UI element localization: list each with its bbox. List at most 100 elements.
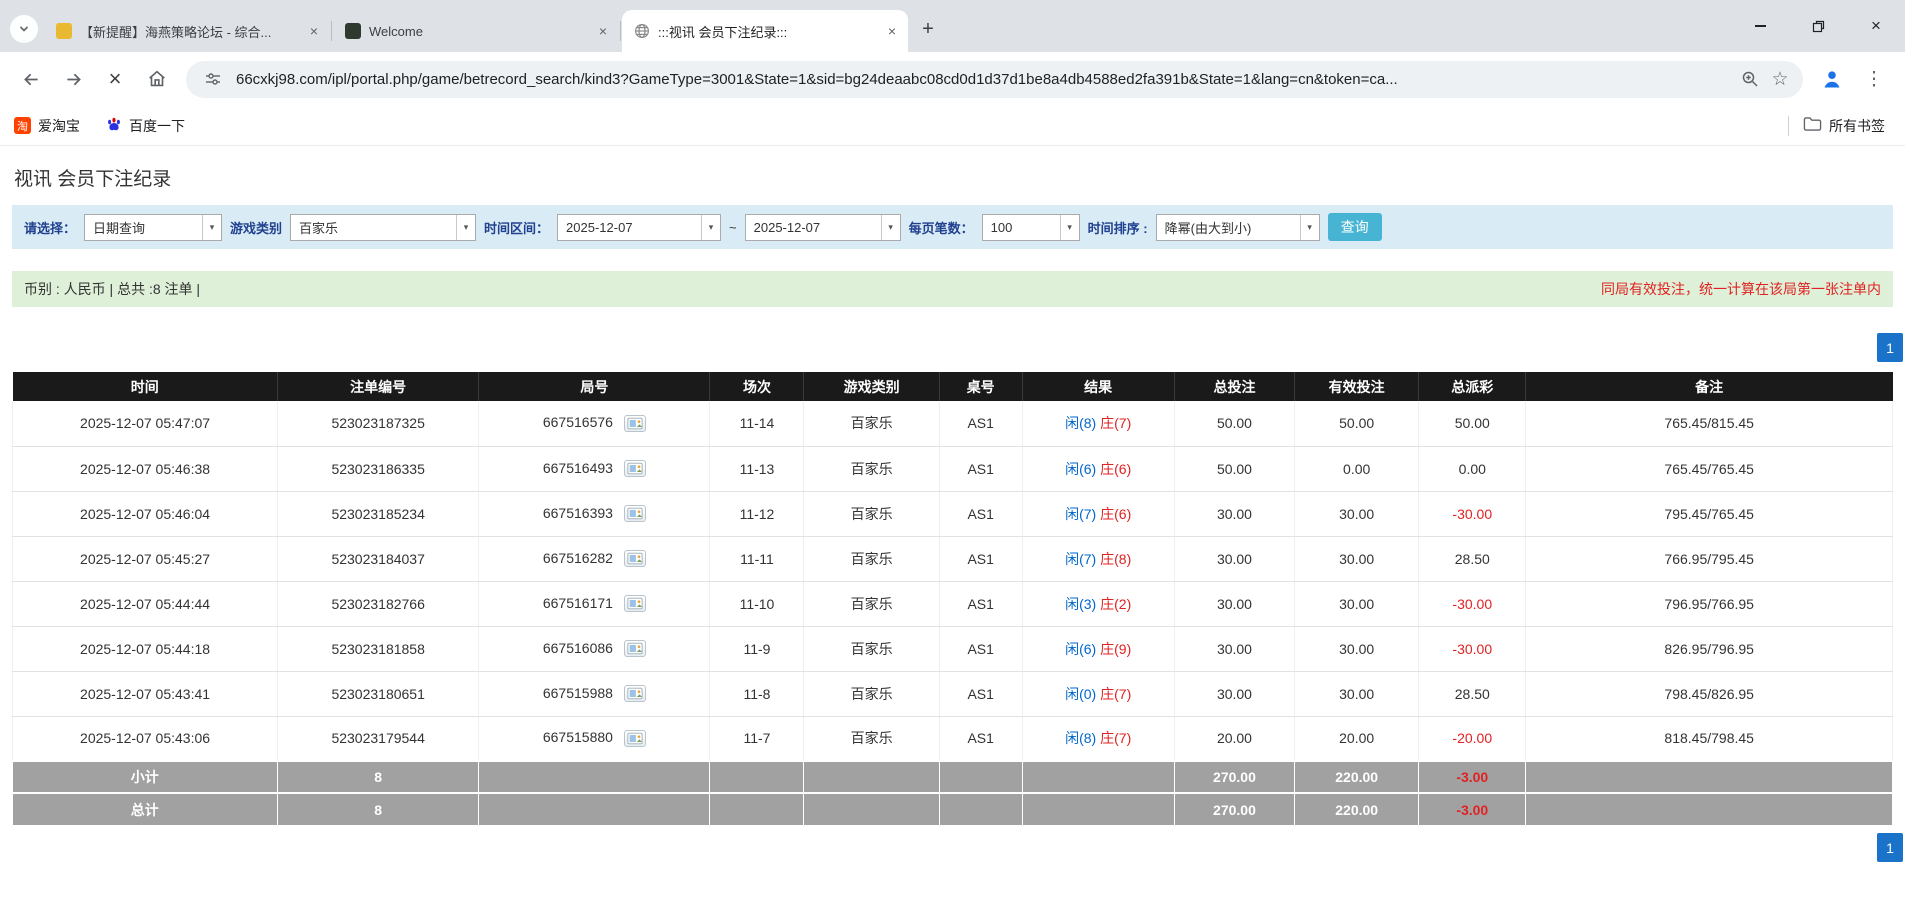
close-window-button[interactable]: × (1847, 0, 1905, 52)
page-size-select[interactable]: 100 ▾ (982, 214, 1080, 241)
table-row: 2025-12-07 05:44:44 523023182766 6675161… (13, 581, 1893, 626)
round-number: 667516086 (543, 640, 613, 656)
cell-table-no: AS1 (939, 401, 1022, 446)
new-tab-button[interactable]: + (914, 15, 942, 43)
total-count: 8 (278, 793, 479, 825)
globe-favicon-icon (634, 23, 650, 39)
header-result: 结果 (1022, 372, 1174, 401)
cell-time: 2025-12-07 05:43:41 (13, 671, 278, 716)
round-replay-icon[interactable] (624, 685, 646, 702)
range-separator: ~ (729, 220, 737, 235)
profile-avatar[interactable] (1811, 58, 1853, 100)
round-replay-icon[interactable] (624, 730, 646, 747)
folder-icon (1803, 116, 1822, 135)
bet-record-table: 时间 注单编号 局号 场次 游戏类别 桌号 结果 总投注 有效投注 总派彩 备注… (12, 372, 1893, 825)
tab-close-icon[interactable]: × (304, 21, 324, 41)
empty-cell (804, 761, 939, 793)
date-to-select[interactable]: 2025-12-07 ▾ (745, 214, 901, 241)
page-size-label: 每页笔数： (909, 218, 974, 237)
forward-icon (63, 69, 84, 90)
cell-round: 667516282 (479, 536, 710, 581)
chevron-down-icon: ▾ (701, 215, 720, 240)
cell-total-bet[interactable]: 50.00 (1174, 446, 1294, 491)
bookmark-aitaobao[interactable]: 淘 爱淘宝 (14, 116, 80, 136)
tab-welcome[interactable]: Welcome × (333, 10, 619, 52)
subtotal-label: 小计 (13, 761, 278, 793)
home-icon (146, 68, 168, 90)
cell-total-bet[interactable]: 30.00 (1174, 536, 1294, 581)
query-type-select[interactable]: 日期查询 ▾ (84, 214, 222, 241)
round-replay-icon[interactable] (624, 415, 646, 432)
search-button[interactable]: 查询 (1328, 213, 1382, 241)
cell-result: 闲(7) 庄(8) (1022, 536, 1174, 581)
round-replay-icon[interactable] (624, 460, 646, 477)
subtotal-valid-bet: 220.00 (1295, 761, 1419, 793)
page-title: 视讯 会员下注纪录 (14, 164, 1905, 191)
tab-forum[interactable]: 【新提醒】海燕策略论坛 - 综合... × (44, 10, 330, 52)
page-1-button[interactable]: 1 (1877, 833, 1903, 862)
summary-note: 同局有效投注，统一计算在该局第一张注单内 (1601, 279, 1881, 299)
header-bet-id: 注单编号 (278, 372, 479, 401)
forward-button[interactable] (52, 58, 94, 100)
bookmark-baidu[interactable]: 百度一下 (106, 116, 185, 136)
menu-kebab-icon[interactable]: ⋮ (1853, 58, 1895, 100)
bet-table-body: 2025-12-07 05:47:07 523023187325 6675165… (13, 401, 1893, 761)
cell-bet-id: 523023184037 (278, 536, 479, 581)
cell-total-bet[interactable]: 20.00 (1174, 716, 1294, 761)
sort-label: 时间排序 : (1088, 218, 1148, 237)
table-header-row: 时间 注单编号 局号 场次 游戏类别 桌号 结果 总投注 有效投注 总派彩 备注 (13, 372, 1893, 401)
cell-valid-bet: 30.00 (1295, 491, 1419, 536)
cell-total-bet[interactable]: 30.00 (1174, 491, 1294, 536)
cell-game-type: 百家乐 (804, 401, 939, 446)
currency-summary: 币别 : 人民币 | 总共 :8 注单 | (24, 279, 200, 299)
game-type-label: 游戏类别 (230, 218, 282, 237)
game-type-select[interactable]: 百家乐 ▾ (290, 214, 476, 241)
site-info-icon[interactable] (198, 64, 228, 94)
table-row: 2025-12-07 05:45:27 523023184037 6675162… (13, 536, 1893, 581)
cell-round: 667515988 (479, 671, 710, 716)
tab-separator (620, 21, 621, 41)
query-type-label: 请选择： (24, 218, 76, 237)
tab-search-button[interactable] (10, 15, 38, 43)
page-1-button[interactable]: 1 (1877, 333, 1903, 362)
chevron-down-icon: ▾ (1060, 215, 1079, 240)
back-button[interactable] (10, 58, 52, 100)
cell-payout: 28.50 (1419, 671, 1526, 716)
cell-total-bet[interactable]: 30.00 (1174, 581, 1294, 626)
cell-time: 2025-12-07 05:47:07 (13, 401, 278, 446)
stop-loading-button[interactable]: × (94, 58, 136, 100)
pagination-top: 1 (0, 333, 1903, 362)
restore-button[interactable] (1789, 0, 1847, 52)
cell-total-bet[interactable]: 30.00 (1174, 671, 1294, 716)
round-replay-icon[interactable] (624, 640, 646, 657)
cell-game-type: 百家乐 (804, 446, 939, 491)
zoom-icon[interactable] (1735, 64, 1765, 94)
bookmark-star-icon[interactable]: ☆ (1765, 64, 1795, 94)
round-replay-icon[interactable] (624, 550, 646, 567)
cell-table-no: AS1 (939, 491, 1022, 536)
sort-select[interactable]: 降幂(由大到小) ▾ (1156, 214, 1320, 241)
cell-result: 闲(0) 庄(7) (1022, 671, 1174, 716)
cell-table-no: AS1 (939, 716, 1022, 761)
round-replay-icon[interactable] (624, 505, 646, 522)
player-result: 闲(6) (1065, 641, 1096, 657)
tab-close-icon[interactable]: × (593, 21, 613, 41)
back-icon (21, 69, 42, 90)
tab-close-icon[interactable]: × (882, 21, 902, 41)
round-replay-icon[interactable] (624, 595, 646, 612)
round-number: 667516493 (543, 460, 613, 476)
cell-session: 11-7 (710, 716, 804, 761)
cell-total-bet[interactable]: 50.00 (1174, 401, 1294, 446)
minimize-button[interactable] (1731, 0, 1789, 52)
address-bar[interactable]: 66cxkj98.com/ipl/portal.php/game/betreco… (186, 61, 1803, 98)
banker-result: 庄(6) (1100, 461, 1131, 477)
date-from-select[interactable]: 2025-12-07 ▾ (557, 214, 721, 241)
tab-betrecord[interactable]: :::视讯 会员下注纪录::: × (622, 10, 908, 52)
baidu-paw-icon (106, 116, 122, 135)
player-result: 闲(8) (1065, 730, 1096, 746)
all-bookmarks-button[interactable]: 所有书签 (1803, 116, 1885, 136)
cell-total-bet[interactable]: 30.00 (1174, 626, 1294, 671)
home-button[interactable] (136, 58, 178, 100)
cell-result: 闲(6) 庄(6) (1022, 446, 1174, 491)
cell-game-type: 百家乐 (804, 581, 939, 626)
